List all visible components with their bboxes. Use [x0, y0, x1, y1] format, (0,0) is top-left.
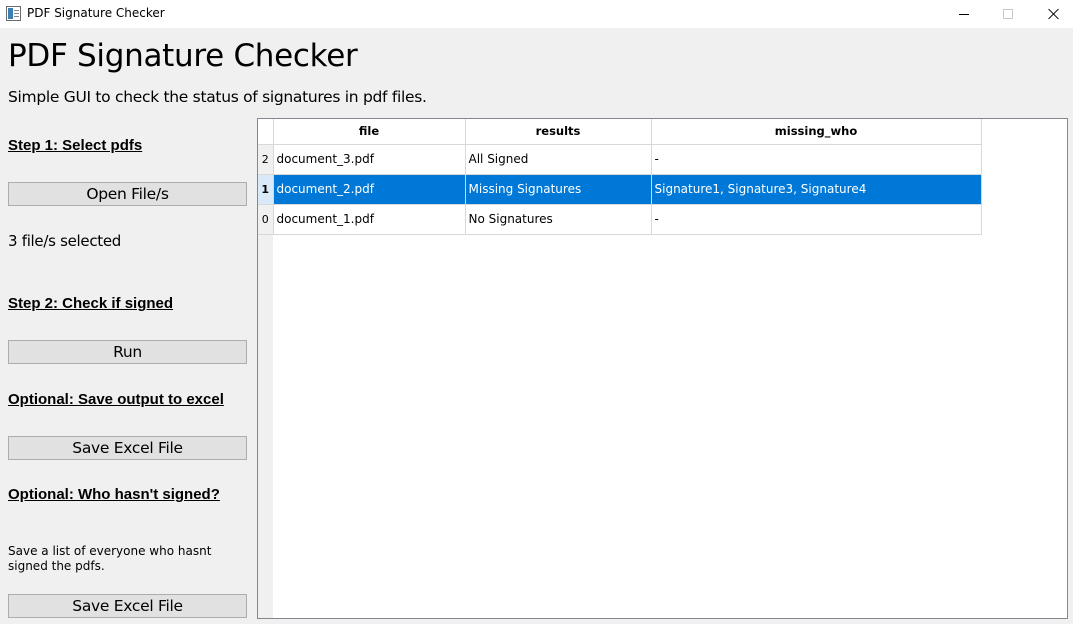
save-who-excel-button[interactable]: Save Excel File — [8, 594, 247, 618]
close-icon — [1048, 8, 1060, 20]
close-button[interactable] — [1031, 0, 1073, 28]
save-excel-button[interactable]: Save Excel File — [8, 436, 247, 460]
cell-missing-who[interactable]: - — [651, 204, 982, 235]
column-header-file[interactable]: file — [273, 119, 466, 145]
minimize-icon — [959, 13, 969, 15]
table-row[interactable]: 2 document_3.pdf All Signed - — [258, 144, 982, 175]
table-row[interactable]: 0 document_1.pdf No Signatures - — [258, 204, 982, 235]
window-title: PDF Signature Checker — [27, 6, 165, 20]
column-header-results[interactable]: results — [465, 119, 652, 145]
optional-save-heading: Optional: Save output to excel — [8, 391, 224, 408]
step2-heading: Step 2: Check if signed — [8, 295, 174, 312]
table-row-selected[interactable]: 1 document_2.pdf Missing Signatures Sign… — [258, 174, 982, 205]
step1-heading: Step 1: Select pdfs — [8, 137, 143, 154]
results-table-panel[interactable]: file results missing_who 2 document_3.pd… — [257, 118, 1068, 619]
results-table[interactable]: file results missing_who 2 document_3.pd… — [258, 119, 982, 235]
row-index[interactable]: 0 — [258, 204, 274, 235]
app-icon — [6, 6, 21, 21]
app-subtitle: Simple GUI to check the status of signat… — [8, 88, 427, 106]
maximize-icon — [1003, 9, 1013, 19]
open-files-button[interactable]: Open File/s — [8, 182, 247, 206]
table-corner[interactable] — [258, 119, 274, 145]
cell-results[interactable]: Missing Signatures — [465, 174, 652, 205]
row-index[interactable]: 1 — [258, 174, 274, 205]
cell-file[interactable]: document_3.pdf — [273, 144, 466, 175]
run-button[interactable]: Run — [8, 340, 247, 364]
cell-results[interactable]: All Signed — [465, 144, 652, 175]
files-selected-text: 3 file/s selected — [8, 232, 122, 250]
cell-missing-who[interactable]: Signature1, Signature3, Signature4 — [651, 174, 982, 205]
who-description: Save a list of everyone who hasnt signed… — [8, 544, 212, 573]
cell-results[interactable]: No Signatures — [465, 204, 652, 235]
window-titlebar: PDF Signature Checker — [0, 0, 1073, 28]
optional-who-heading: Optional: Who hasn't signed? — [8, 486, 220, 503]
cell-file[interactable]: document_1.pdf — [273, 204, 466, 235]
row-index[interactable]: 2 — [258, 144, 274, 175]
column-header-missing-who[interactable]: missing_who — [651, 119, 982, 145]
cell-missing-who[interactable]: - — [651, 144, 982, 175]
minimize-button[interactable] — [941, 0, 987, 28]
cell-file[interactable]: document_2.pdf — [273, 174, 466, 205]
app-heading: PDF Signature Checker — [8, 38, 358, 74]
maximize-button[interactable] — [985, 0, 1031, 28]
